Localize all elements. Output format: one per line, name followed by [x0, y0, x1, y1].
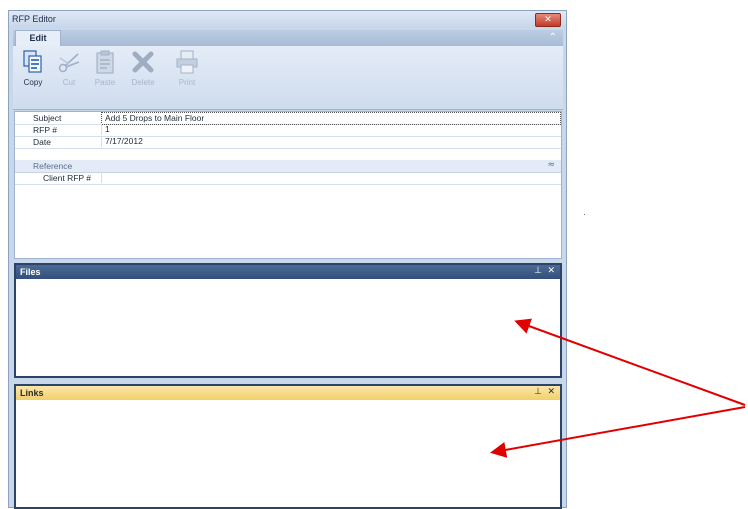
annotation-arrows: [490, 318, 746, 458]
arrow-to-files-panel: [514, 318, 746, 406]
arrow-to-links-panel: [490, 406, 746, 458]
